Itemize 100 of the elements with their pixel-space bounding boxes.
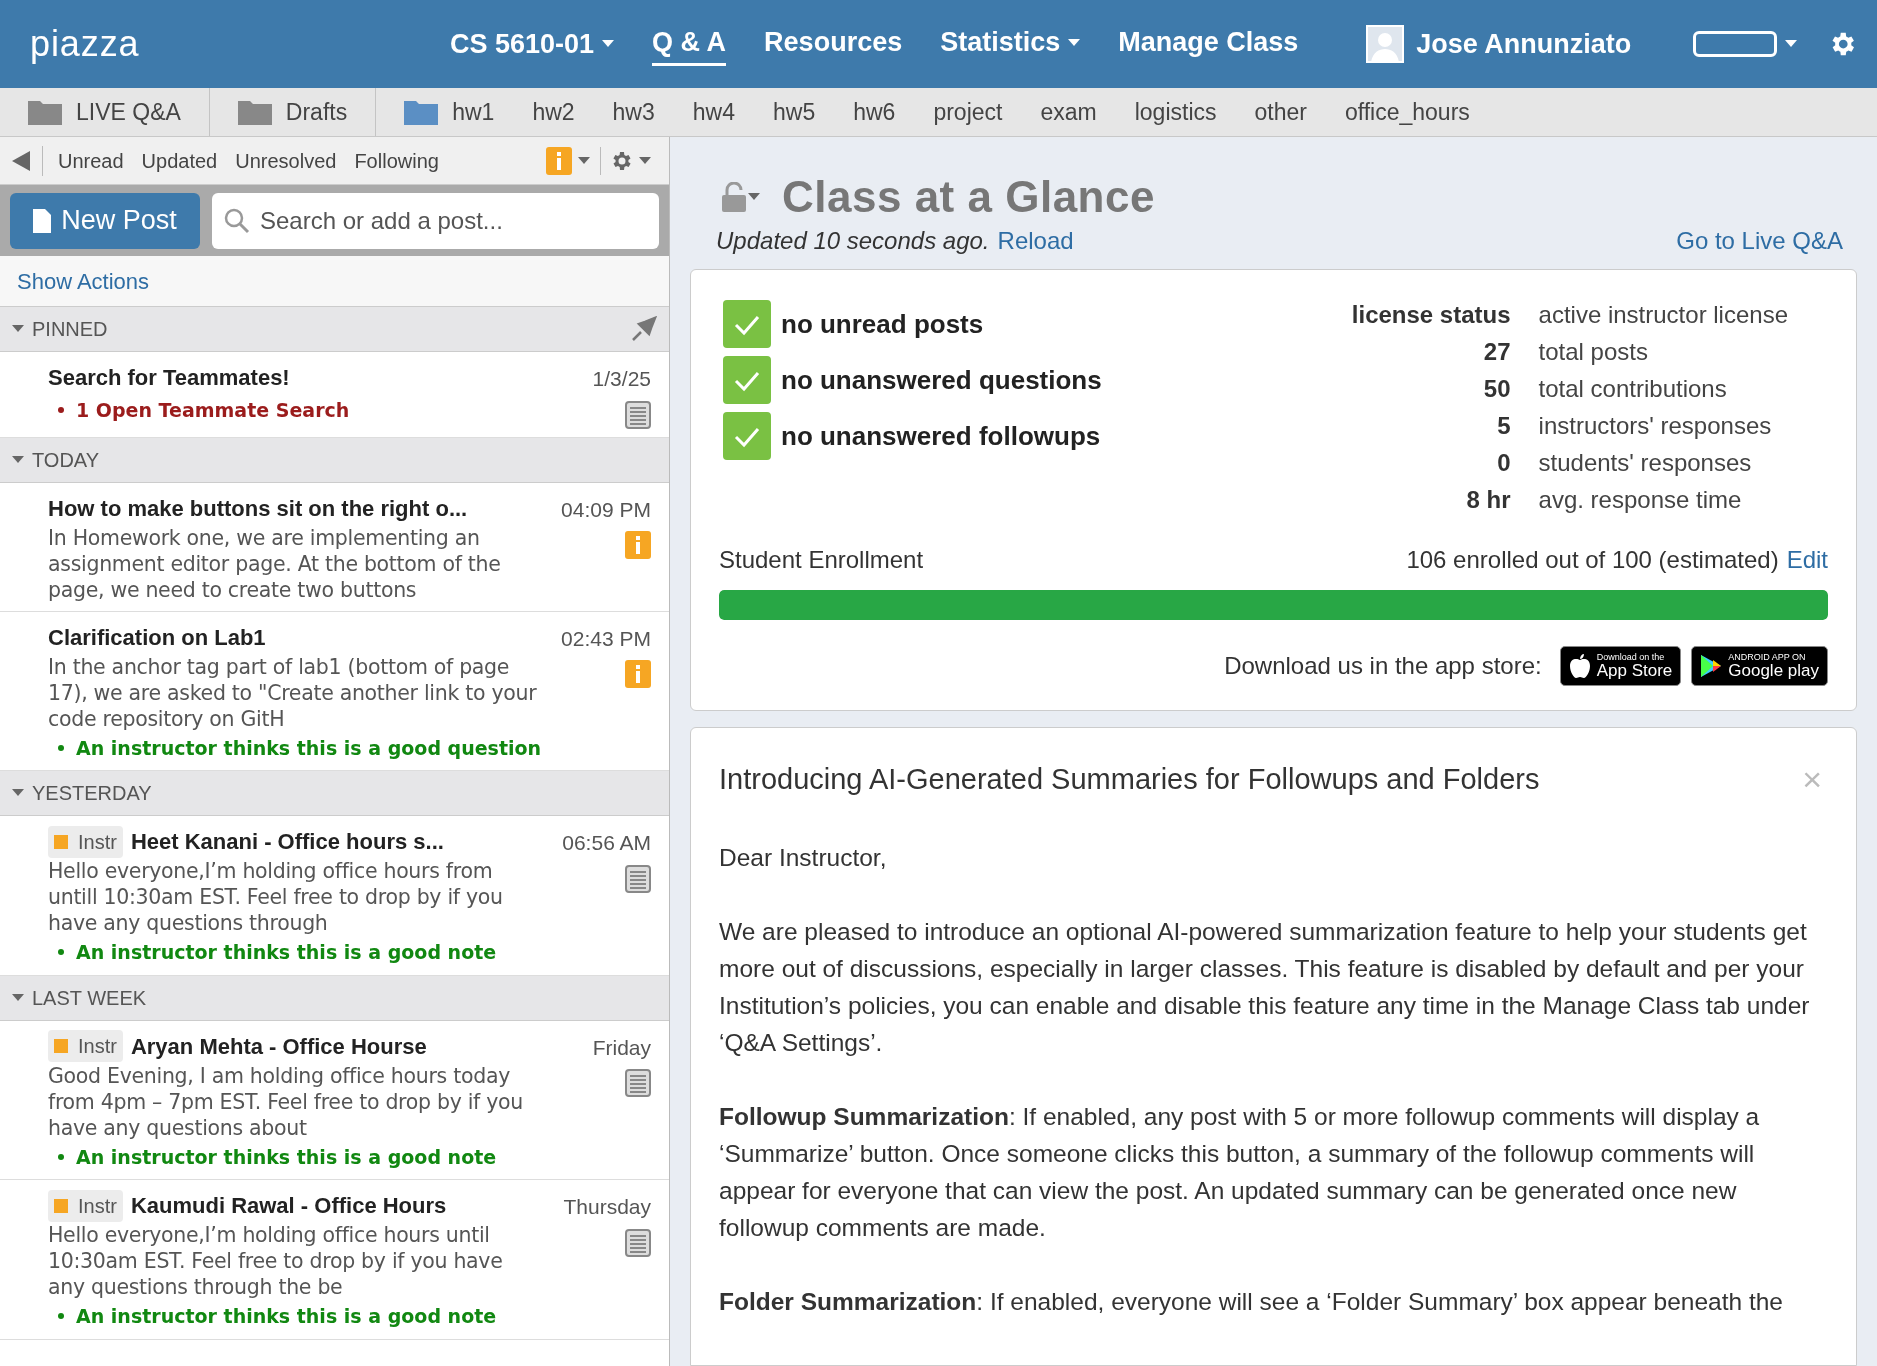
nav-tab[interactable]: Statistics bbox=[940, 22, 1081, 66]
folder-tab[interactable]: hw4 bbox=[673, 88, 754, 136]
post-title[interactable]: Aryan Mehta - Office Hourse bbox=[130, 1029, 427, 1063]
search-icon bbox=[224, 207, 250, 234]
filter-tab[interactable]: Following bbox=[345, 145, 448, 176]
stat-label: instructors' responses bbox=[1538, 411, 1773, 440]
user-name[interactable]: Jose Annunziato bbox=[1416, 23, 1632, 65]
section-header[interactable]: PINNED bbox=[0, 307, 669, 352]
folder-tab[interactable]: other bbox=[1235, 88, 1326, 136]
dropdown-button[interactable] bbox=[1693, 31, 1797, 57]
folder-tab[interactable]: hw3 bbox=[593, 88, 674, 136]
post-date: 04:09 PM bbox=[561, 496, 651, 523]
post-date: Friday bbox=[592, 1034, 651, 1061]
post-title[interactable]: Kaumudi Rawal - Office Hours bbox=[130, 1189, 447, 1222]
folder-icon bbox=[404, 99, 439, 125]
stat-value: 27 bbox=[1482, 337, 1511, 366]
note-icon bbox=[625, 400, 651, 429]
app-store-badge[interactable]: Download on the App Store bbox=[1559, 646, 1682, 686]
announcement-title: Introducing AI-Generated Summaries for Followups and Folders bbox=[719, 762, 1540, 797]
note-icon bbox=[625, 864, 651, 893]
info-icon bbox=[546, 146, 572, 175]
folder-tab[interactable]: hw2 bbox=[513, 88, 594, 136]
edit-link[interactable]: Edit bbox=[1786, 542, 1828, 578]
lock-icon bbox=[722, 182, 746, 212]
folder-tab[interactable]: exam bbox=[1021, 88, 1116, 136]
nav-tab[interactable]: Resources bbox=[764, 22, 903, 66]
course-selector[interactable]: CS 5610-01 bbox=[450, 23, 615, 65]
caret-icon bbox=[639, 156, 651, 165]
stat-label: active instructor license bbox=[1538, 300, 1788, 329]
post-title[interactable]: Heet Kanani - Office hours s... bbox=[130, 825, 444, 858]
search-field[interactable]: Search or add a post... bbox=[212, 192, 659, 249]
folder-tab[interactable]: project bbox=[914, 88, 1022, 136]
folder-tab[interactable]: hw5 bbox=[754, 88, 835, 136]
logo[interactable]: piazza bbox=[30, 17, 450, 71]
info-icon bbox=[625, 660, 651, 688]
filter-tab[interactable]: Updated bbox=[132, 145, 227, 176]
post-title[interactable]: How to make buttons sit on the right o... bbox=[48, 491, 468, 525]
folder-icon bbox=[28, 99, 62, 125]
lock-dropdown[interactable] bbox=[722, 182, 760, 212]
instructor-badge: Instr bbox=[48, 1030, 123, 1062]
folder-tab[interactable]: office_hours bbox=[1325, 88, 1489, 136]
post-status: An instructor thinks this is a good note bbox=[76, 940, 497, 965]
folder-tab[interactable]: LIVE Q&A bbox=[0, 88, 210, 136]
post-status: An instructor thinks this is a good note bbox=[76, 1144, 497, 1170]
folder-tab[interactable]: Drafts bbox=[209, 88, 377, 136]
folder-tab[interactable]: hw1 bbox=[376, 88, 514, 136]
post-date: 1/3/25 bbox=[592, 366, 651, 392]
section-header[interactable]: TODAY bbox=[0, 437, 669, 483]
note-icon bbox=[625, 1228, 651, 1257]
section-header[interactable]: LAST WEEK bbox=[0, 975, 669, 1021]
app-store-text: Download us in the app store: bbox=[1224, 651, 1542, 681]
post-date: 02:43 PM bbox=[561, 625, 651, 652]
caret-icon bbox=[12, 455, 24, 464]
info-icon bbox=[625, 531, 651, 559]
post-title[interactable]: Search for Teammates! bbox=[48, 361, 290, 394]
app-store-badge[interactable]: ANDROID APP ON Google play bbox=[1691, 646, 1828, 686]
post-item[interactable]: Search for Teammates! 1 Open Teammate Search 1/3/25 bbox=[0, 352, 669, 438]
folder-tab[interactable]: logistics bbox=[1115, 88, 1236, 136]
play-icon bbox=[1700, 654, 1723, 678]
stat-value: 0 bbox=[1496, 448, 1511, 477]
announcement-paragraph: Followup Summarization: If enabled, any post with 5 or more followup comments will display a ‘Summarize’ button. Once someone clicks this button, a summary of the followup comments will appear for everyone that can view the post. An updated summary can be generated once new followup comments are made. bbox=[719, 1101, 1761, 1243]
caret-icon bbox=[12, 325, 24, 333]
avatar-icon[interactable] bbox=[1366, 25, 1405, 63]
instructor-badge: Instr bbox=[48, 1189, 123, 1222]
collapse-icon[interactable] bbox=[12, 150, 30, 171]
live-qa-link[interactable]: Go to Live Q&A bbox=[1676, 223, 1843, 259]
post-snippet: Good Evening, I am holding office hours today from 4pm – 7pm EST. Feel free to drop by if you have any questions about bbox=[48, 1062, 525, 1141]
caret-icon bbox=[1068, 38, 1081, 47]
stat-label: avg. response time bbox=[1538, 485, 1743, 514]
post-item[interactable]: Instr Aryan Mehta - Office Hourse Good Evening, I am holding office hours today from 4pm – 7pm EST. Feel free to drop by if you have any questions about An instructor thinks this is a good note Friday bbox=[0, 1020, 669, 1180]
stat-value: license status bbox=[1351, 300, 1511, 329]
show-actions-link[interactable]: Show Actions bbox=[17, 264, 150, 298]
stat-label: total contributions bbox=[1538, 374, 1728, 403]
info-filter-button[interactable] bbox=[546, 146, 601, 175]
nav-tab[interactable]: Q & A bbox=[652, 22, 727, 66]
stat-value: 5 bbox=[1496, 411, 1511, 440]
post-date: Thursday bbox=[563, 1194, 651, 1220]
nav-tab[interactable]: Manage Class bbox=[1118, 22, 1299, 66]
announcement-paragraph: Dear Instructor, bbox=[719, 842, 888, 873]
post-date: 06:56 AM bbox=[562, 830, 651, 856]
post-snippet: Hello everyone,I’m holding office hours until 10:30am EST. Feel free to drop by if you have any questions through the be bbox=[48, 1222, 504, 1300]
check-label: no unanswered followups bbox=[781, 419, 1101, 453]
post-status: An instructor thinks this is a good note bbox=[76, 1304, 497, 1329]
instructor-badge: Instr bbox=[48, 825, 123, 858]
enrollment-count: 106 enrolled out of 100 (estimated) bbox=[1406, 545, 1779, 575]
update-status: Updated 10 seconds ago. bbox=[716, 226, 990, 256]
check-label: no unread posts bbox=[781, 307, 984, 341]
filter-tab[interactable]: Unresolved bbox=[226, 145, 346, 176]
post-title[interactable]: Clarification on Lab1 bbox=[48, 620, 266, 654]
post-item[interactable]: How to make buttons sit on the right o... In Homework one, we are implementing an assignment editor page. At the bottom of the page, we need to create two buttons 04:09 PM bbox=[0, 482, 669, 612]
reload-link[interactable]: Reload bbox=[997, 223, 1074, 259]
folder-tab[interactable]: hw6 bbox=[834, 88, 915, 136]
new-post-button[interactable]: New Post bbox=[10, 192, 200, 249]
document-icon bbox=[33, 208, 52, 233]
caret-icon bbox=[12, 789, 24, 797]
stat-label: students' responses bbox=[1538, 448, 1753, 477]
stat-value: 50 bbox=[1482, 374, 1511, 403]
section-header[interactable]: YESTERDAY bbox=[0, 771, 669, 816]
filter-tab[interactable]: Unread bbox=[49, 145, 133, 176]
post-snippet: In Homework one, we are implementing an assignment editor page. At the bottom of the page, we need to create two buttons bbox=[48, 524, 502, 603]
